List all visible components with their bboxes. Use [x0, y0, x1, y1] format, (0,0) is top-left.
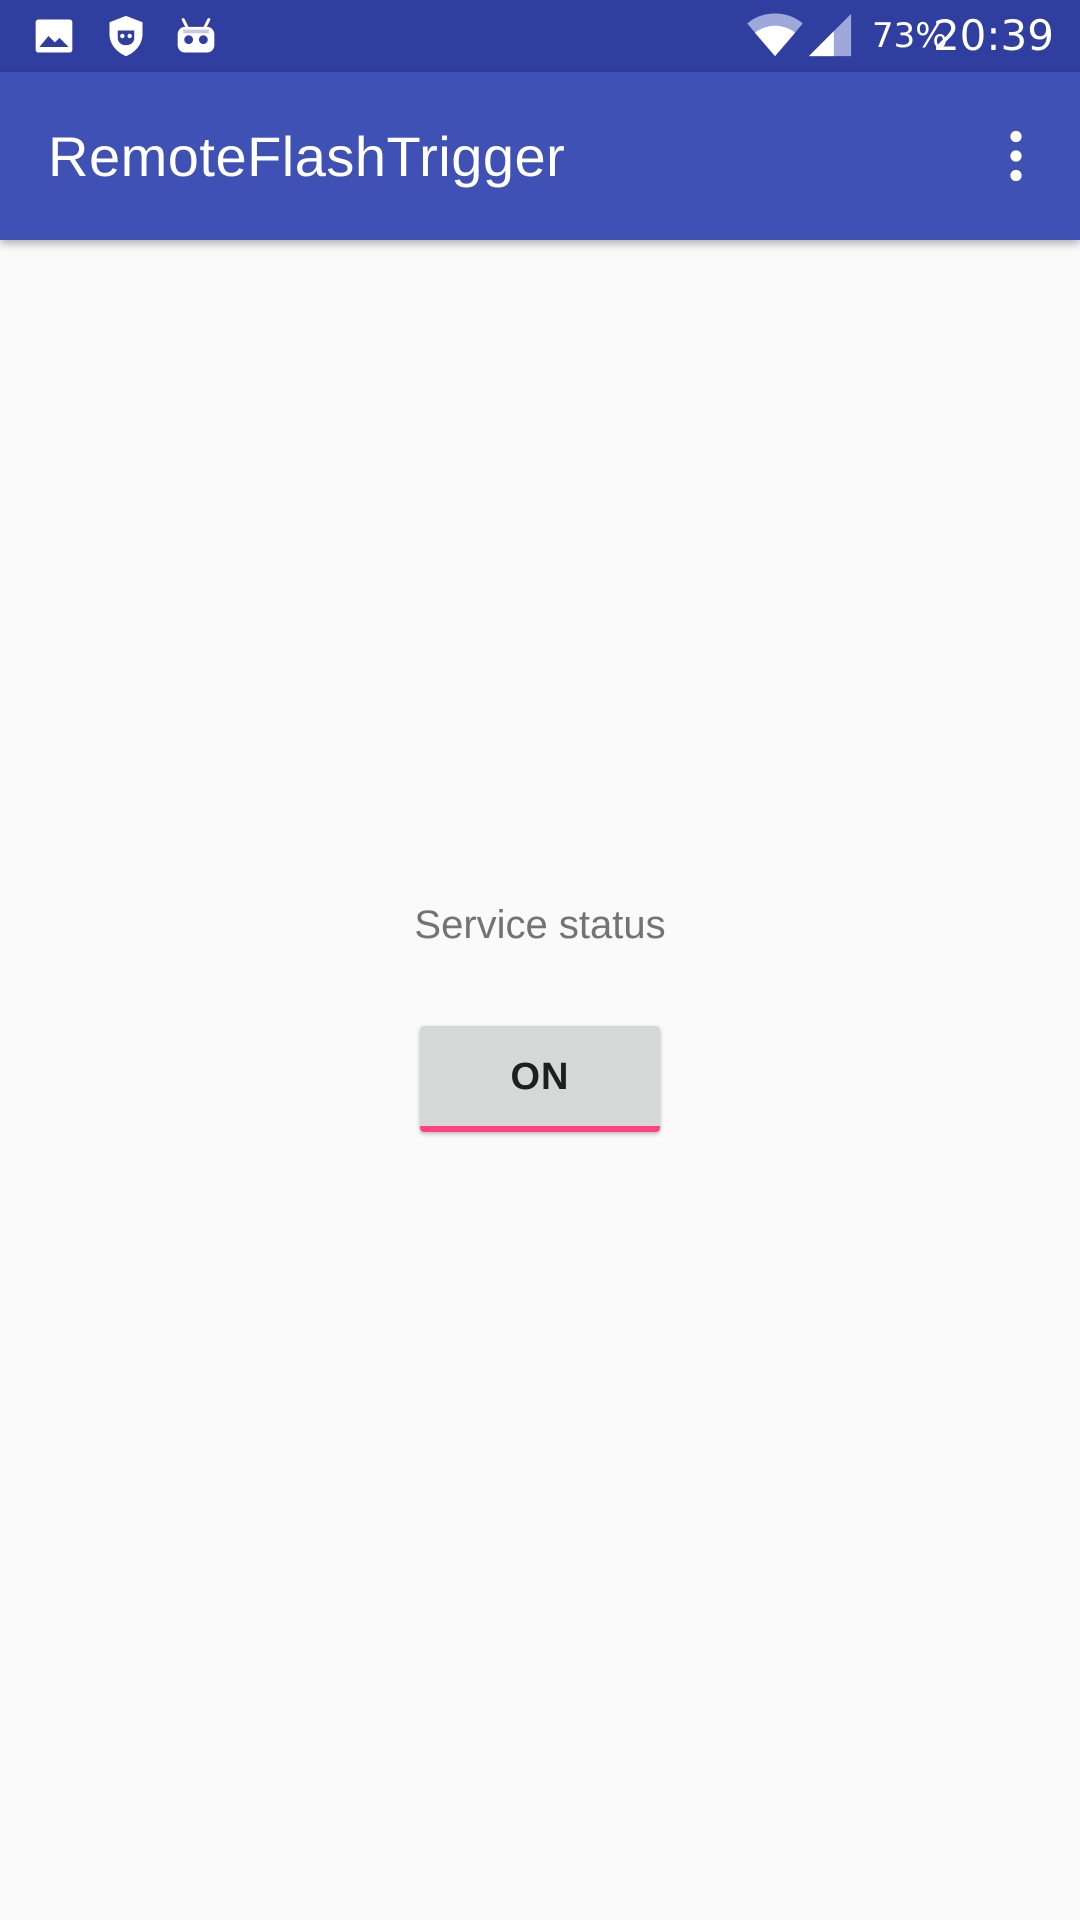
toggle-on-indicator: [420, 1126, 660, 1132]
robot-icon: [174, 14, 218, 58]
cell-signal-icon: [806, 12, 854, 58]
status-bar: 73% 20:39: [0, 0, 1080, 72]
wifi-icon: [746, 12, 804, 58]
app-bar: RemoteFlashTrigger: [0, 72, 1080, 240]
app-screen: 73% 20:39 RemoteFlashTrigger Service sta…: [0, 0, 1080, 1920]
service-status-label: Service status: [414, 903, 666, 947]
service-toggle-button[interactable]: ON: [420, 1026, 660, 1132]
app-title: RemoteFlashTrigger: [48, 125, 566, 188]
image-icon: [32, 14, 76, 58]
toggle-label: ON: [510, 1056, 570, 1098]
overflow-menu-button[interactable]: [982, 122, 1050, 190]
more-vert-icon: [1010, 130, 1022, 182]
shield-face-icon: [104, 14, 148, 58]
clock: 20:39: [932, 11, 1054, 60]
